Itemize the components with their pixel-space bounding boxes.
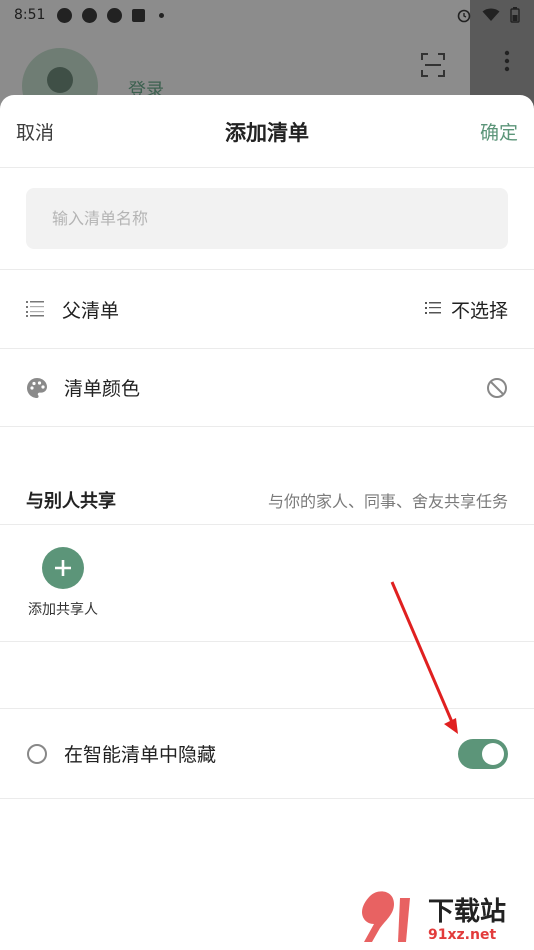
add-sharer-button[interactable]: 添加共享人 xyxy=(28,547,98,619)
status-bar: 8:51 xyxy=(0,0,534,30)
palette-icon xyxy=(27,377,47,398)
more-notifications-icon xyxy=(159,12,165,18)
more-vert-icon xyxy=(504,50,510,72)
notification-icon xyxy=(132,8,146,22)
cancel-button[interactable]: 取消 xyxy=(16,118,54,145)
plus-icon xyxy=(42,547,84,589)
add-sharer-label: 添加共享人 xyxy=(28,602,98,618)
confirm-button[interactable]: 确定 xyxy=(480,118,518,145)
notification-icon xyxy=(57,7,73,23)
watermark-title: 下载站 xyxy=(428,897,507,927)
list-color-row[interactable]: 清单颜色 xyxy=(0,349,534,427)
no-color-icon xyxy=(487,377,507,398)
parent-list-row[interactable]: 父清单 不选择 xyxy=(0,270,534,349)
list-color-label: 清单颜色 xyxy=(64,378,141,400)
sheet-header: 取消 添加清单 确定 xyxy=(0,95,534,168)
alarm-icon xyxy=(457,9,471,23)
sheet-title: 添加清单 xyxy=(225,121,309,145)
watermark-logo xyxy=(362,891,410,942)
list-color-value[interactable] xyxy=(486,377,508,399)
list-icon xyxy=(26,301,44,317)
share-members: 添加共享人 xyxy=(0,525,534,642)
toggle-knob xyxy=(482,742,504,765)
battery-icon xyxy=(510,7,520,23)
wifi-icon xyxy=(482,8,500,21)
share-title: 与别人共享 xyxy=(26,490,116,512)
section-gap xyxy=(0,642,534,709)
notification-icon xyxy=(82,7,98,23)
hide-in-smart-row: 在智能清单中隐藏 xyxy=(0,709,534,799)
parent-list-label: 父清单 xyxy=(62,299,120,322)
watermark-url: 91xz.net xyxy=(428,927,497,943)
share-description: 与你的家人、同事、舍友共享任务 xyxy=(267,491,508,511)
list-icon xyxy=(424,302,441,314)
share-header: 与别人共享 与你的家人、同事、舍友共享任务 xyxy=(0,475,534,525)
hide-in-smart-toggle[interactable] xyxy=(458,738,508,769)
moon-icon xyxy=(27,743,47,764)
notification-icon xyxy=(107,7,123,23)
add-list-sheet: 取消 添加清单 确定 父清单 不选择 清单颜色 与别人共享 xyxy=(0,95,534,950)
list-name-section xyxy=(0,168,534,270)
scan-icon xyxy=(421,53,445,77)
parent-list-value[interactable]: 不选择 xyxy=(424,296,508,323)
watermark: 下载站 91xz.net xyxy=(360,888,506,944)
hide-in-smart-label: 在智能清单中隐藏 xyxy=(64,744,217,766)
list-name-input[interactable] xyxy=(26,188,508,249)
parent-list-value-text: 不选择 xyxy=(450,299,508,322)
status-time: 8:51 xyxy=(14,7,46,23)
